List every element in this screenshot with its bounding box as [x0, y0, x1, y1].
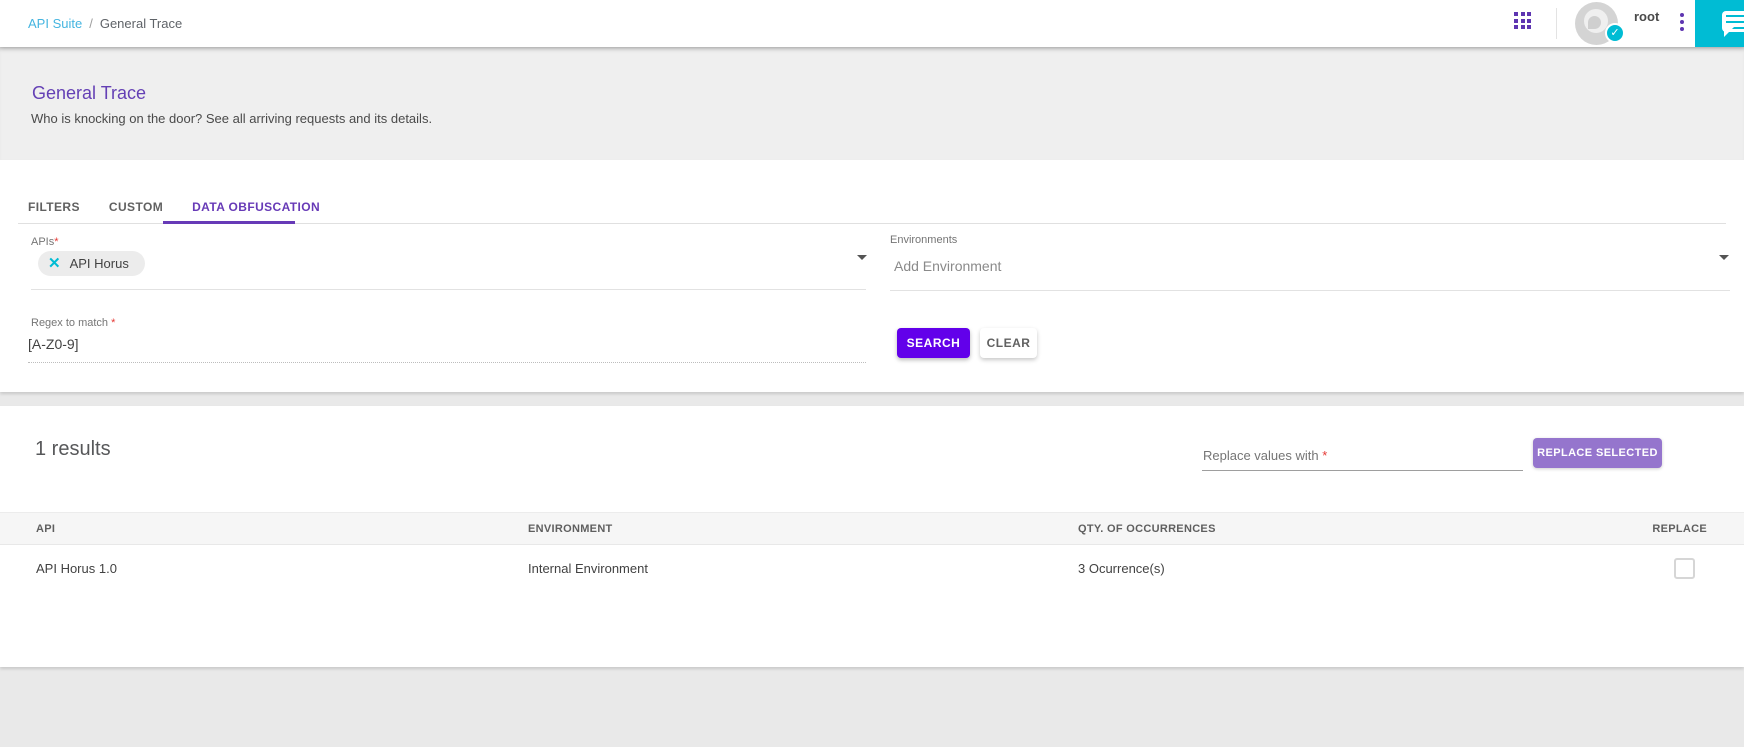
environments-field-label: Environments [890, 234, 957, 246]
chat-panel-button[interactable] [1695, 0, 1744, 47]
breadcrumb: API Suite / General Trace [28, 0, 182, 47]
tab-bar: FILTERS CUSTOM DATA OBFUSCATION [28, 200, 320, 214]
cell-environment: Internal Environment [528, 561, 648, 576]
active-tab-indicator [163, 221, 295, 224]
clear-button[interactable]: CLEAR [980, 328, 1037, 358]
topbar-divider [1556, 8, 1557, 39]
apis-field-underline [31, 289, 866, 290]
column-header-api: API [36, 523, 55, 535]
cell-occurrences: 3 Ocurrence(s) [1078, 561, 1165, 576]
results-count: 1 results [35, 438, 111, 461]
replace-values-input[interactable]: Replace values with * [1203, 448, 1327, 463]
table-header-row: API ENVIRONMENT QTY. OF OCCURRENCES REPL… [0, 512, 1744, 545]
environments-field-underline [890, 290, 1730, 291]
breadcrumb-current: General Trace [100, 16, 182, 31]
required-asterisk: * [1322, 448, 1327, 463]
column-header-environment: ENVIRONMENT [528, 523, 613, 535]
apps-grid-icon[interactable] [1514, 12, 1531, 29]
regex-field-underline [28, 355, 866, 363]
search-button[interactable]: SEARCH [897, 328, 970, 358]
page-subtitle: Who is knocking on the door? See all arr… [31, 111, 432, 126]
required-asterisk: * [54, 236, 58, 248]
regex-input[interactable]: [A-Z0-9] [28, 336, 79, 352]
replace-checkbox[interactable] [1674, 558, 1695, 579]
kebab-menu-icon[interactable] [1680, 13, 1684, 34]
required-asterisk: * [111, 317, 115, 329]
tab-data-obfuscation[interactable]: DATA OBFUSCATION [192, 200, 320, 214]
environments-select[interactable]: Add Environment [894, 258, 1001, 274]
verified-shield-icon: ✓ [1605, 23, 1625, 43]
tab-custom[interactable]: CUSTOM [109, 200, 163, 214]
breadcrumb-separator: / [89, 16, 93, 31]
column-header-replace: REPLACE [1652, 523, 1707, 535]
cell-api: API Horus 1.0 [36, 561, 117, 576]
breadcrumb-link-api-suite[interactable]: API Suite [28, 16, 82, 31]
page-header: General Trace Who is knocking on the doo… [0, 47, 1744, 160]
username-label: root [1634, 9, 1659, 24]
environments-dropdown-arrow-icon[interactable] [1719, 255, 1729, 260]
filters-card: FILTERS CUSTOM DATA OBFUSCATION APIs* ✕ … [0, 160, 1744, 392]
chip-label: API Horus [70, 256, 129, 271]
chip-remove-icon[interactable]: ✕ [48, 256, 61, 271]
general-trace-page: API Suite / General Trace ✓ root General… [0, 0, 1744, 747]
tab-filters[interactable]: FILTERS [28, 200, 80, 214]
replace-selected-button[interactable]: REPLACE SELECTED [1533, 438, 1662, 468]
table-row[interactable]: API Horus 1.0 Internal Environment 3 Ocu… [0, 545, 1744, 600]
apis-field-label: APIs* [31, 236, 59, 248]
page-title: General Trace [32, 83, 146, 104]
results-card: 1 results Replace values with * REPLACE … [0, 406, 1744, 667]
replace-values-underline [1202, 470, 1523, 471]
top-bar: API Suite / General Trace ✓ root [0, 0, 1744, 47]
chat-icon [1722, 11, 1744, 32]
apis-dropdown-arrow-icon[interactable] [857, 255, 867, 260]
api-horus-chip[interactable]: ✕ API Horus [38, 251, 145, 276]
column-header-occurrences: QTY. OF OCCURRENCES [1078, 523, 1216, 535]
regex-field-label: Regex to match * [31, 317, 115, 329]
